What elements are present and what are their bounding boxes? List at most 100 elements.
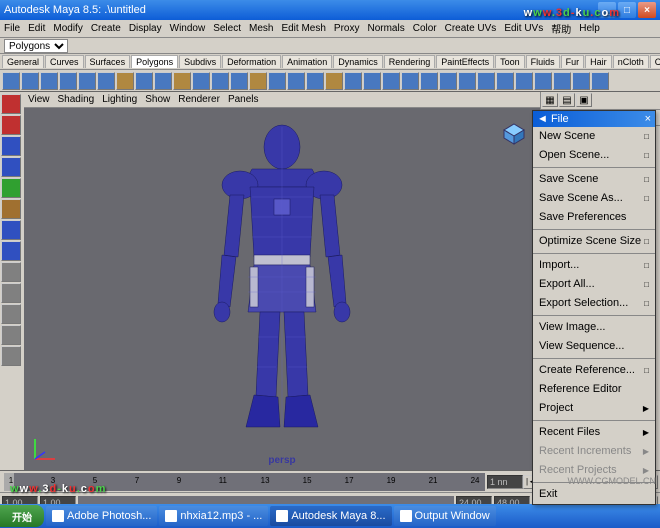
tool-button-0[interactable] [1, 94, 21, 114]
shelf-icon-27[interactable] [515, 72, 533, 90]
close-icon[interactable]: × [645, 113, 651, 125]
shelf-icon-6[interactable] [116, 72, 134, 90]
taskbar-item[interactable]: Autodesk Maya 8... [270, 506, 391, 526]
shelf-icon-7[interactable] [135, 72, 153, 90]
tool-button-9[interactable] [1, 283, 21, 303]
menu-item-reference-editor[interactable]: Reference Editor [533, 380, 655, 399]
tool-button-11[interactable] [1, 325, 21, 345]
shelf-icon-10[interactable] [192, 72, 210, 90]
menu-item-view-sequence-[interactable]: View Sequence... [533, 337, 655, 356]
shelf-tab-subdivs[interactable]: Subdivs [179, 55, 221, 68]
menu-item-export-all-[interactable]: Export All...□ [533, 275, 655, 294]
menu-item-exit[interactable]: Exit [533, 485, 655, 504]
shelf-tab-rendering[interactable]: Rendering [384, 55, 436, 68]
option-box-icon[interactable]: □ [644, 175, 649, 184]
shelf-tab-fluids[interactable]: Fluids [526, 55, 560, 68]
menu-edit mesh[interactable]: Edit Mesh [281, 23, 325, 34]
shelf-icon-0[interactable] [2, 72, 20, 90]
shelf-icon-1[interactable] [21, 72, 39, 90]
menu-item-save-preferences[interactable]: Save Preferences [533, 208, 655, 227]
shelf-icon-26[interactable] [496, 72, 514, 90]
shelf-icon-17[interactable] [325, 72, 343, 90]
shelf-tab-custom[interactable]: Custom [650, 55, 660, 68]
view-menu-panels[interactable]: Panels [228, 94, 259, 105]
menu-item-open-scene-[interactable]: Open Scene...□ [533, 146, 655, 165]
menu-item-save-scene[interactable]: Save Scene□ [533, 170, 655, 189]
taskbar-item[interactable]: Output Window [394, 506, 496, 526]
menu-file[interactable]: File [4, 23, 20, 34]
menu-item-optimize-scene-size[interactable]: Optimize Scene Size□ [533, 232, 655, 251]
layer-icon[interactable]: ▣ [576, 93, 592, 107]
menu-create[interactable]: Create [91, 23, 121, 34]
menu-color[interactable]: Color [413, 23, 437, 34]
menu-item-create-reference-[interactable]: Create Reference...□ [533, 361, 655, 380]
close-button[interactable]: × [638, 2, 656, 18]
menu-item-import-[interactable]: Import...□ [533, 256, 655, 275]
menu-window[interactable]: Window [170, 23, 206, 34]
shelf-tab-hair[interactable]: Hair [585, 55, 612, 68]
view-cube-icon[interactable] [500, 120, 528, 148]
maximize-button[interactable]: □ [618, 2, 636, 18]
tool-button-7[interactable] [1, 241, 21, 261]
tool-button-4[interactable] [1, 178, 21, 198]
shelf-icon-29[interactable] [553, 72, 571, 90]
shelf-icon-23[interactable] [439, 72, 457, 90]
tool-button-3[interactable] [1, 157, 21, 177]
shelf-tab-toon[interactable]: Toon [495, 55, 525, 68]
menu-item-view-image-[interactable]: View Image... [533, 318, 655, 337]
shelf-icon-20[interactable] [382, 72, 400, 90]
taskbar-item[interactable]: nhxia12.mp3 - ... [159, 506, 268, 526]
shelf-tab-polygons[interactable]: Polygons [131, 55, 178, 68]
shelf-icon-25[interactable] [477, 72, 495, 90]
shelf-icon-9[interactable] [173, 72, 191, 90]
view-menu-view[interactable]: View [28, 94, 50, 105]
menu-edit[interactable]: Edit [28, 23, 45, 34]
tool-button-10[interactable] [1, 304, 21, 324]
menu-mesh[interactable]: Mesh [249, 23, 273, 34]
shelf-icon-19[interactable] [363, 72, 381, 90]
shelf-icon-4[interactable] [78, 72, 96, 90]
shelf-icon-11[interactable] [211, 72, 229, 90]
start-button[interactable]: 开始 [0, 505, 44, 527]
tool-button-2[interactable] [1, 136, 21, 156]
menu-item-recent-files[interactable]: Recent Files▶ [533, 423, 655, 442]
menu-normals[interactable]: Normals [367, 23, 404, 34]
shelf-icon-8[interactable] [154, 72, 172, 90]
shelf-icon-30[interactable] [572, 72, 590, 90]
attr-icon[interactable]: ▤ [559, 93, 575, 107]
menu-item-export-selection-[interactable]: Export Selection...□ [533, 294, 655, 313]
shelf-icon-13[interactable] [249, 72, 267, 90]
shelf-tab-fur[interactable]: Fur [561, 55, 585, 68]
shelf-tab-deformation[interactable]: Deformation [222, 55, 281, 68]
menu-proxy[interactable]: Proxy [334, 23, 360, 34]
option-box-icon[interactable]: □ [644, 194, 649, 203]
tool-button-6[interactable] [1, 220, 21, 240]
menu-create uvs[interactable]: Create UVs [445, 23, 497, 34]
view-menu-shading[interactable]: Shading [58, 94, 95, 105]
shelf-icon-24[interactable] [458, 72, 476, 90]
menu-modify[interactable]: Modify [53, 23, 82, 34]
menu-select[interactable]: Select [213, 23, 241, 34]
menu-item-project[interactable]: Project▶ [533, 399, 655, 418]
shelf-tab-curves[interactable]: Curves [45, 55, 84, 68]
shelf-icon-3[interactable] [59, 72, 77, 90]
tool-button-8[interactable] [1, 262, 21, 282]
shelf-icon-28[interactable] [534, 72, 552, 90]
view-menu-lighting[interactable]: Lighting [102, 94, 137, 105]
option-box-icon[interactable]: □ [644, 237, 649, 246]
option-box-icon[interactable]: □ [644, 261, 649, 270]
tool-button-5[interactable] [1, 199, 21, 219]
menu-帮助[interactable]: 帮助 [551, 21, 571, 36]
shelf-icon-22[interactable] [420, 72, 438, 90]
shelf-icon-15[interactable] [287, 72, 305, 90]
shelf-tab-surfaces[interactable]: Surfaces [85, 55, 131, 68]
shelf-icon-21[interactable] [401, 72, 419, 90]
menu-item-new-scene[interactable]: New Scene□ [533, 127, 655, 146]
option-box-icon[interactable]: □ [644, 151, 649, 160]
shelf-icon-18[interactable] [344, 72, 362, 90]
option-box-icon[interactable]: □ [644, 299, 649, 308]
shelf-tab-general[interactable]: General [2, 55, 44, 68]
current-frame-field[interactable] [487, 475, 523, 489]
menu-edit uvs[interactable]: Edit UVs [504, 23, 543, 34]
menu-help[interactable]: Help [579, 23, 600, 34]
